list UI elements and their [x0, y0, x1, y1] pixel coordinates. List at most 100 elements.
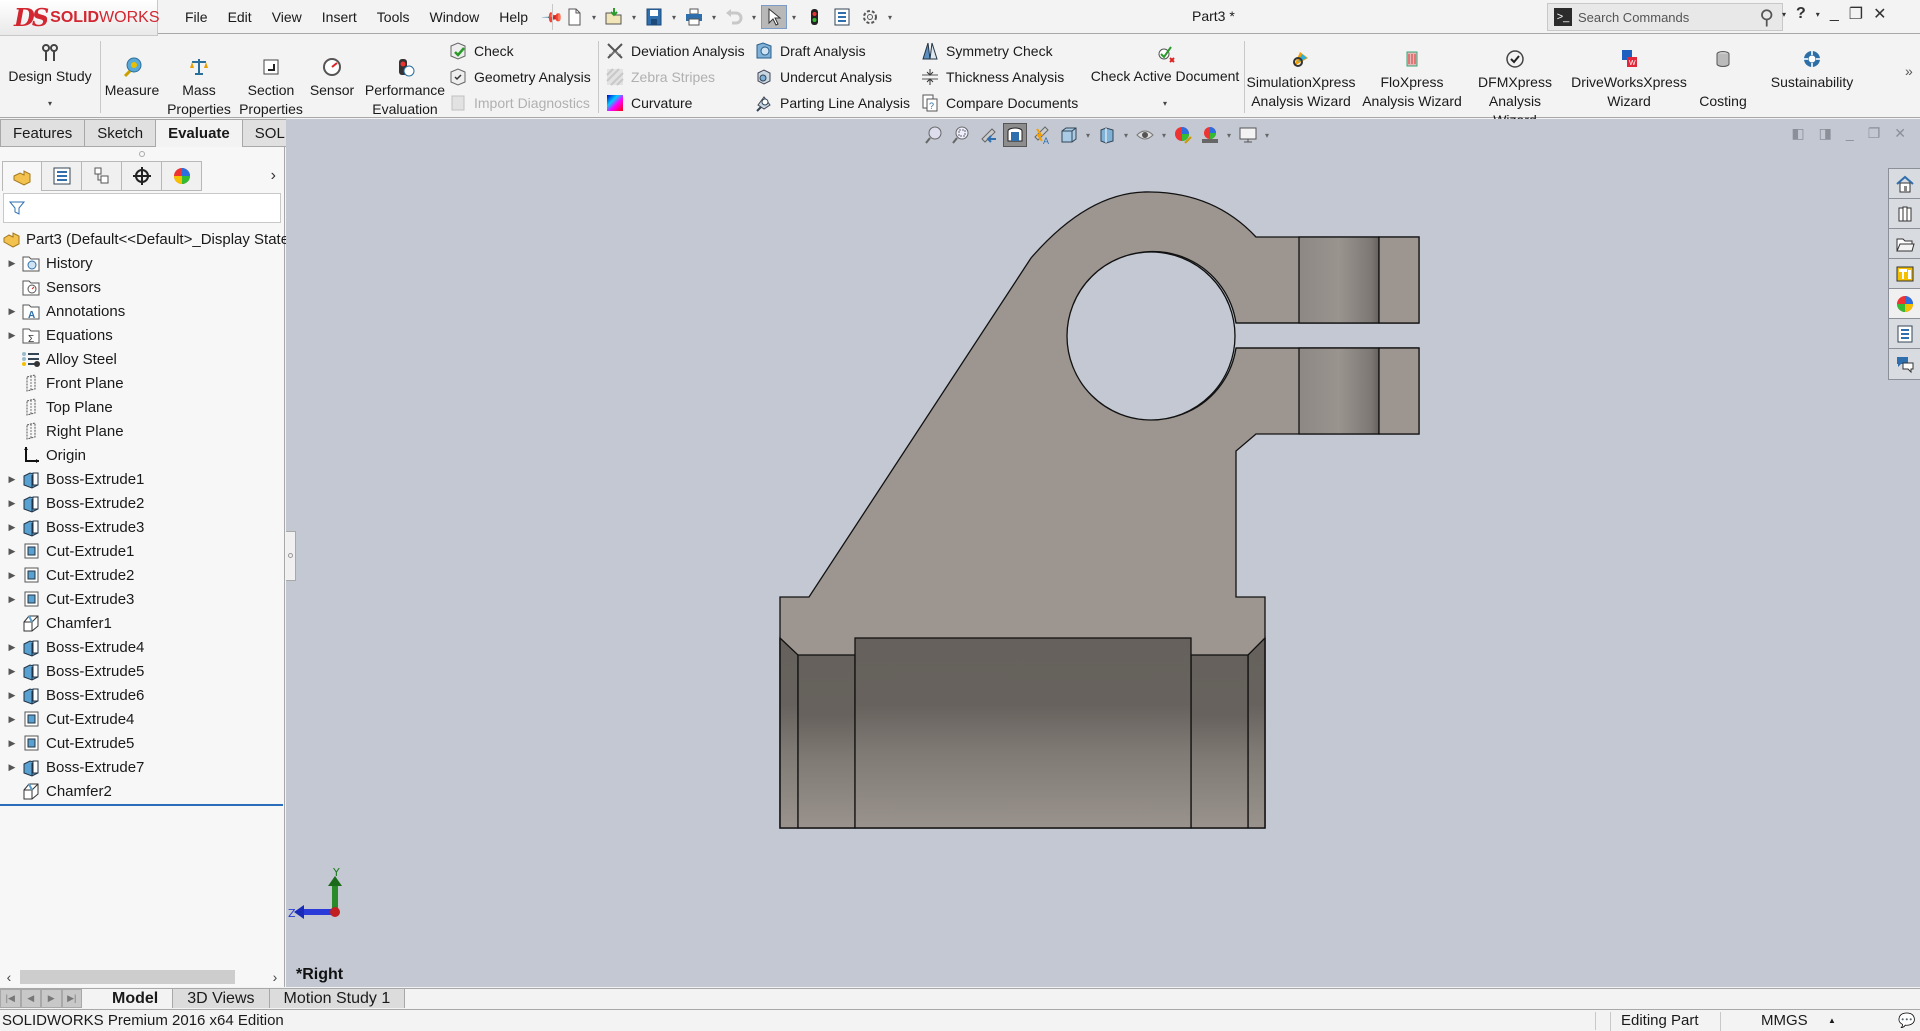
graphics-area[interactable]: A ▾ ▾ ▾ ▾ ▾ ◧ ◨ _ ❐ ✕ Y Z *Right	[286, 119, 1920, 987]
file-properties-button[interactable]	[829, 5, 855, 29]
select-dropdown[interactable]: ▾	[789, 13, 799, 22]
tab-solidworks-resources[interactable]	[1889, 169, 1920, 199]
view-orientation-dropdown[interactable]: ▾	[1084, 131, 1092, 140]
tree-item-front-plane[interactable]: Front Plane	[0, 371, 284, 395]
tab-appearances-scenes-decals[interactable]	[1889, 289, 1920, 319]
rollback-bar[interactable]	[0, 804, 283, 806]
save-button[interactable]	[641, 5, 667, 29]
tab-evaluate[interactable]: Evaluate	[156, 119, 243, 147]
menu-tools[interactable]: Tools	[367, 9, 420, 25]
design-study-button[interactable]: Design Study ▾	[8, 39, 92, 113]
help-icon[interactable]: ?	[1796, 5, 1806, 23]
tab-display-manager[interactable]	[162, 161, 202, 191]
panel-splitter-handle[interactable]	[286, 531, 296, 581]
expand-arrow-icon[interactable]: ▶	[0, 666, 20, 677]
zoom-to-area-button[interactable]	[949, 123, 973, 147]
view-settings-dropdown[interactable]: ▾	[1263, 131, 1271, 140]
restore-button[interactable]: ❐	[1849, 4, 1863, 24]
dfmxpress-button[interactable]: DFMXpress Analysis Wizard	[1466, 45, 1564, 130]
quick-tips-icon[interactable]: 💬	[1898, 1012, 1915, 1029]
menu-edit[interactable]: Edit	[218, 9, 262, 25]
tab-features[interactable]: Features	[0, 119, 86, 147]
display-style-button[interactable]	[1095, 123, 1119, 147]
tree-item-boss-extrude7[interactable]: ▶ Boss-Extrude7	[0, 755, 284, 779]
menu-window[interactable]: Window	[419, 9, 489, 25]
tab-motion-study-1[interactable]: Motion Study 1	[269, 989, 406, 1008]
section-properties-button[interactable]: Section Properties	[236, 53, 306, 119]
compare-documents-button[interactable]: ? Compare Documents	[920, 90, 1078, 116]
tab-3d-views[interactable]: 3D Views	[173, 989, 270, 1008]
zoom-to-fit-button[interactable]	[922, 123, 946, 147]
tree-item-history[interactable]: ▶ History	[0, 251, 284, 275]
tree-item-chamfer1[interactable]: Chamfer1	[0, 611, 284, 635]
close-button[interactable]: ✕	[1873, 4, 1886, 24]
expand-arrow-icon[interactable]: ▶	[0, 690, 20, 701]
tree-root-part[interactable]: Part3 (Default<<Default>_Display State 1…	[0, 227, 315, 251]
performance-evaluation-button[interactable]: Performance Evaluation	[362, 53, 448, 119]
expand-arrow-icon[interactable]: ▶	[0, 330, 20, 341]
tab-custom-properties[interactable]	[1889, 319, 1920, 349]
tree-item-cut-extrude4[interactable]: ▶ Cut-Extrude4	[0, 707, 284, 731]
expand-arrow-icon[interactable]: ▶	[0, 546, 20, 557]
tree-item-boss-extrude5[interactable]: ▶ Boss-Extrude5	[0, 659, 284, 683]
unit-system-dropdown[interactable]: ▲	[1828, 1016, 1836, 1025]
driveworksxpress-button[interactable]: W DriveWorksXpress Wizard	[1568, 45, 1690, 111]
command-manager-overflow[interactable]: »	[1905, 63, 1913, 79]
expand-arrow-icon[interactable]: ▶	[0, 498, 20, 509]
mass-properties-button[interactable]: Mass Properties	[166, 53, 232, 119]
design-study-dropdown[interactable]: ▾	[48, 94, 52, 113]
part-model-view[interactable]	[286, 119, 1920, 987]
tab-feature-manager[interactable]	[2, 161, 42, 191]
expand-arrow-icon[interactable]: ▶	[0, 738, 20, 749]
undo-dropdown[interactable]: ▾	[749, 13, 759, 22]
tree-item-boss-extrude4[interactable]: ▶ Boss-Extrude4	[0, 635, 284, 659]
costing-button[interactable]: Costing	[1694, 45, 1752, 111]
rebuild-button[interactable]	[801, 5, 827, 29]
expand-arrow-icon[interactable]: ▶	[0, 762, 20, 773]
menu-view[interactable]: View	[262, 9, 312, 25]
tree-item-sensors[interactable]: Sensors	[0, 275, 284, 299]
check-active-document-dropdown[interactable]: ▾	[1163, 94, 1167, 113]
tree-item-cut-extrude3[interactable]: ▶ Cut-Extrude3	[0, 587, 284, 611]
geometry-analysis-button[interactable]: Geometry Analysis	[448, 64, 591, 90]
hide-show-items-button[interactable]	[1133, 123, 1157, 147]
tab-file-explorer[interactable]	[1889, 229, 1920, 259]
tile-right-icon[interactable]: ◨	[1819, 125, 1832, 142]
panel-grip[interactable]	[0, 147, 284, 161]
tab-design-library[interactable]	[1889, 199, 1920, 229]
expand-arrow-icon[interactable]: ▶	[0, 258, 20, 269]
horizontal-scrollbar[interactable]: ‹ ›	[0, 967, 284, 987]
import-diagnostics-button[interactable]: Import Diagnostics	[448, 90, 591, 116]
options-dropdown[interactable]: ▾	[885, 13, 895, 22]
tree-item-right-plane[interactable]: Right Plane	[0, 419, 284, 443]
print-dropdown[interactable]: ▾	[709, 13, 719, 22]
simulationxpress-button[interactable]: SimulationXpress Analysis Wizard	[1247, 45, 1355, 111]
scroll-thumb[interactable]	[20, 970, 235, 984]
new-dropdown[interactable]: ▾	[589, 13, 599, 22]
tree-item-boss-extrude2[interactable]: ▶ Boss-Extrude2	[0, 491, 284, 515]
check-button[interactable]: Check	[448, 38, 591, 64]
tree-item-annotations[interactable]: ▶ A Annotations	[0, 299, 284, 323]
options-button[interactable]	[857, 5, 883, 29]
menu-file[interactable]: File	[175, 9, 218, 25]
next-tab-button[interactable]: ▶	[41, 989, 62, 1008]
open-dropdown[interactable]: ▾	[629, 13, 639, 22]
draft-analysis-button[interactable]: Draft Analysis	[754, 38, 910, 64]
tile-left-icon[interactable]: ◧	[1791, 125, 1804, 142]
print-button[interactable]	[681, 5, 707, 29]
open-button[interactable]	[601, 5, 627, 29]
undercut-analysis-button[interactable]: Undercut Analysis	[754, 64, 910, 90]
unit-system[interactable]: MMGS	[1720, 1012, 1808, 1031]
minimize-button[interactable]: _	[1830, 5, 1839, 23]
tree-item-boss-extrude6[interactable]: ▶ Boss-Extrude6	[0, 683, 284, 707]
menu-insert[interactable]: Insert	[312, 9, 367, 25]
prev-tab-button[interactable]: ◀	[20, 989, 41, 1008]
sensor-button[interactable]: Sensor	[308, 53, 356, 100]
search-options-dropdown[interactable]: ▾	[1782, 10, 1786, 19]
tab-sketch[interactable]: Sketch	[85, 119, 157, 147]
dynamic-annotation-views-button[interactable]: A	[1030, 123, 1054, 147]
expand-arrow-icon[interactable]: ▶	[0, 306, 20, 317]
edit-appearance-button[interactable]	[1171, 123, 1195, 147]
section-view-button[interactable]	[1003, 123, 1027, 147]
tree-item-equations[interactable]: ▶ Σ Equations	[0, 323, 284, 347]
